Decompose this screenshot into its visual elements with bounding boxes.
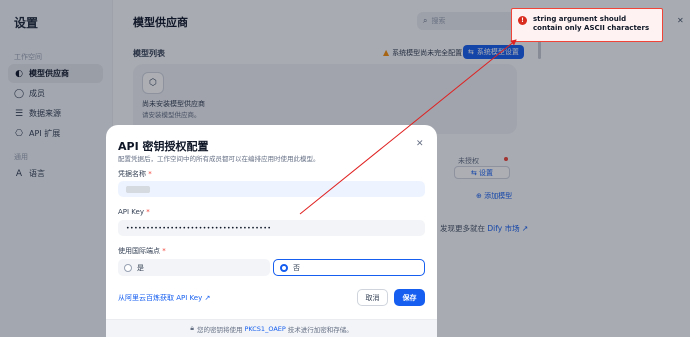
annotation-arrow: [299, 39, 517, 215]
